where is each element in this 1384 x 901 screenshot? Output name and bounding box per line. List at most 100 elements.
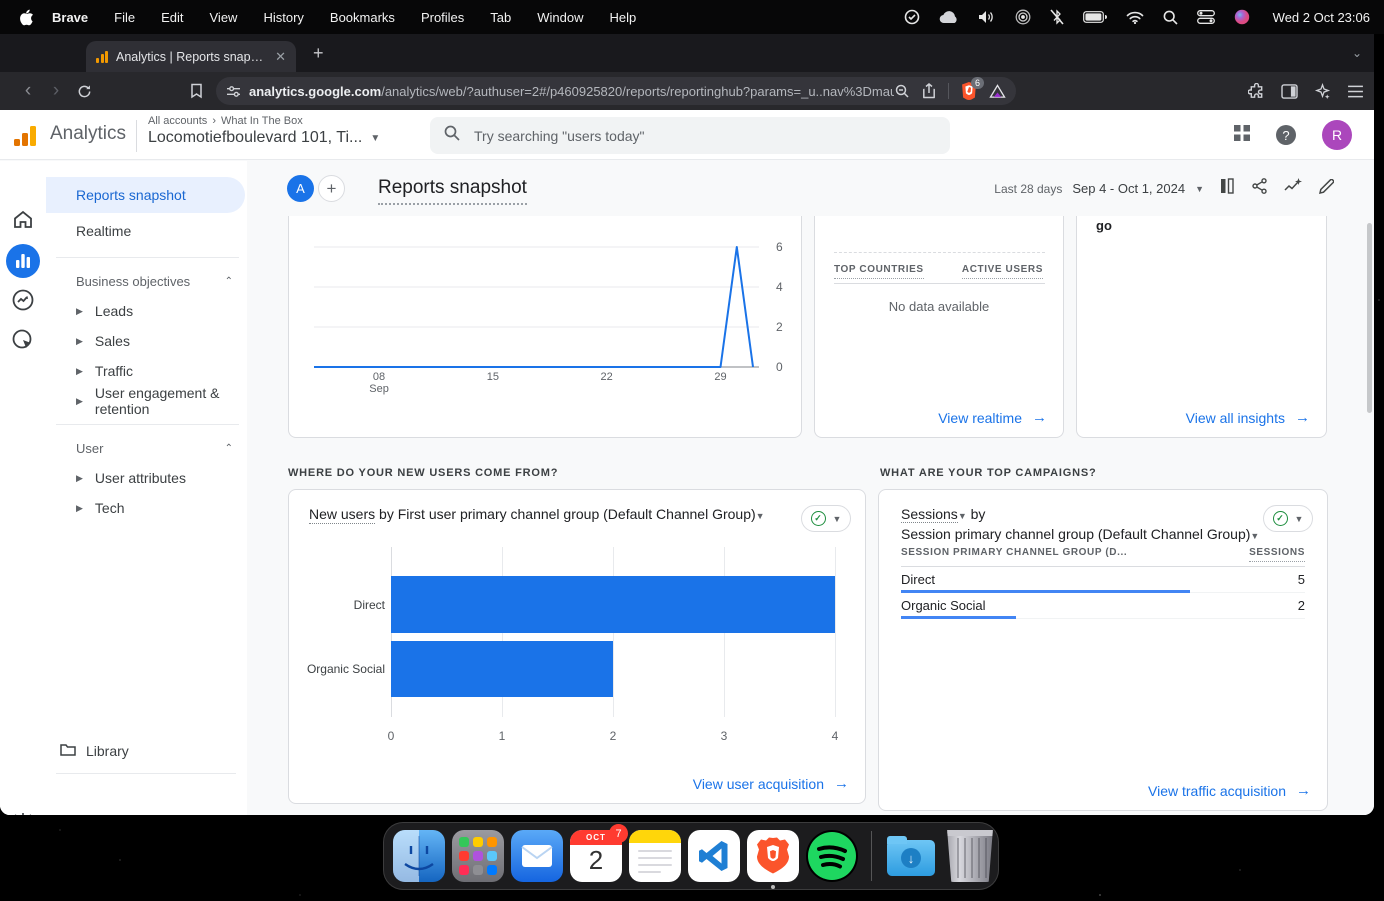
campaigns-chart-title[interactable]: Sessions▼ by Session primary channel gro… <box>901 505 1259 545</box>
menu-item-tab[interactable]: Tab <box>490 10 511 25</box>
expand-arrow-icon: ▶ <box>76 336 83 347</box>
menu-item-help[interactable]: Help <box>610 10 637 25</box>
sessions-value: 2 <box>1298 598 1305 613</box>
sidebar-item-library[interactable]: Library <box>46 734 247 768</box>
new-users-bar-chart[interactable] <box>391 547 835 717</box>
page-title[interactable]: Reports snapshot <box>378 177 527 205</box>
nav-section-user[interactable]: User⌃ <box>46 433 247 463</box>
date-range-picker[interactable]: Last 28 days Sep 4 - Oct 1, 2024 ▼ <box>994 181 1204 196</box>
address-bar[interactable]: analytics.google.com/analytics/web/?auth… <box>216 77 1016 105</box>
table-row[interactable]: Organic Social2 <box>901 593 1305 619</box>
dock-brave-icon[interactable] <box>747 830 799 882</box>
view-user-acquisition-link[interactable]: View user acquisition→ <box>693 775 849 792</box>
sidebar-item-user-attributes[interactable]: ▶User attributes <box>46 463 247 493</box>
control-center-icon[interactable] <box>1197 10 1215 24</box>
wifi-icon[interactable] <box>1126 11 1144 24</box>
bar-direct[interactable] <box>391 576 835 633</box>
dock-vscode-icon[interactable] <box>688 830 740 882</box>
zoom-out-icon[interactable] <box>894 83 910 99</box>
focus-icon[interactable] <box>1015 9 1031 25</box>
view-traffic-acquisition-link[interactable]: View traffic acquisition→ <box>1148 782 1311 799</box>
data-quality-pill[interactable]: ✓ ▼ <box>1263 505 1313 532</box>
arrow-right-icon: → <box>1296 782 1311 799</box>
search-bar[interactable] <box>430 117 950 154</box>
menu-clock[interactable]: Wed 2 Oct 23:06 <box>1273 10 1370 25</box>
view-realtime-link[interactable]: View realtime→ <box>938 409 1047 426</box>
scrollbar-thumb[interactable] <box>1367 223 1372 413</box>
menu-item-edit[interactable]: Edit <box>161 10 183 25</box>
menu-item-file[interactable]: File <box>114 10 135 25</box>
menu-item-brave[interactable]: Brave <box>52 10 88 25</box>
new-users-chart-title[interactable]: New users by First user primary channel … <box>309 506 765 522</box>
dock-downloads-icon[interactable]: ↓ <box>885 830 937 882</box>
menu-item-bookmarks[interactable]: Bookmarks <box>330 10 395 25</box>
sidebar-item-realtime[interactable]: Realtime <box>46 213 247 249</box>
back-button[interactable]: ‹ <box>14 80 42 102</box>
siri-icon[interactable] <box>1234 9 1250 25</box>
new-tab-button[interactable]: + <box>313 44 324 62</box>
search-input[interactable] <box>472 127 936 145</box>
sidebar-item-reports-snapshot[interactable]: Reports snapshot <box>46 177 245 213</box>
sidebar-item-user-engagement-retention[interactable]: ▶User engagement & retention <box>46 386 247 416</box>
table-row[interactable]: Direct5 <box>901 567 1305 593</box>
edit-icon[interactable] <box>1319 179 1334 199</box>
site-controls-icon[interactable] <box>226 85 241 98</box>
menu-item-view[interactable]: View <box>210 10 238 25</box>
google-apps-icon[interactable] <box>1234 125 1250 146</box>
cloud-icon[interactable] <box>939 10 959 24</box>
sidebar-item-sales[interactable]: ▶Sales <box>46 326 247 356</box>
forward-button[interactable]: › <box>42 80 70 102</box>
sidebar-item-tech[interactable]: ▶Tech <box>46 493 247 523</box>
bookmark-icon[interactable] <box>190 83 203 99</box>
brave-rewards-icon[interactable] <box>989 84 1006 99</box>
insights-icon[interactable] <box>1284 178 1302 199</box>
browser-menu-icon[interactable] <box>1347 85 1364 98</box>
dock-finder-icon[interactable] <box>393 830 445 882</box>
brave-shield-icon[interactable]: 6 <box>961 82 977 100</box>
menu-item-window[interactable]: Window <box>537 10 583 25</box>
tab-close-icon[interactable]: ✕ <box>275 49 286 65</box>
menu-item-history[interactable]: History <box>263 10 303 25</box>
data-quality-pill[interactable]: ✓ ▼ <box>801 505 851 532</box>
bluetooth-off-icon[interactable] <box>1050 9 1064 25</box>
view-all-insights-link[interactable]: View all insights→ <box>1186 409 1310 426</box>
dock-notes-icon[interactable] <box>629 830 681 882</box>
nav-section-business-objectives[interactable]: Business objectives⌃ <box>46 266 247 296</box>
spotlight-icon[interactable] <box>1163 10 1178 25</box>
report-actions <box>1219 178 1334 199</box>
dock-calendar-icon[interactable]: OCT27 <box>570 830 622 882</box>
sidebar-item-traffic[interactable]: ▶Traffic <box>46 356 247 386</box>
dock-mail-icon[interactable] <box>511 830 563 882</box>
explore-icon[interactable] <box>11 288 35 317</box>
home-icon[interactable] <box>13 210 33 233</box>
compare-icon[interactable] <box>1219 178 1235 199</box>
battery-icon[interactable] <box>1083 11 1107 23</box>
account-avatar[interactable]: R <box>1322 120 1352 150</box>
report-avatar[interactable]: A <box>287 175 314 202</box>
menu-item-profiles[interactable]: Profiles <box>421 10 464 25</box>
volume-icon[interactable] <box>978 10 996 24</box>
dock-spotify-icon[interactable] <box>806 830 858 882</box>
reports-icon[interactable] <box>6 244 40 283</box>
task-check-icon[interactable] <box>904 9 920 25</box>
property-selector[interactable]: Locomotiefboulevard 101, Ti... ▼ <box>148 129 380 147</box>
help-icon[interactable]: ? <box>1276 125 1296 145</box>
users-line-chart[interactable]: 642008Sep152229 <box>289 216 801 436</box>
share-icon[interactable] <box>1252 178 1267 199</box>
apple-menu-icon[interactable] <box>20 9 34 26</box>
reload-button[interactable] <box>70 84 98 99</box>
add-report-button[interactable]: + <box>318 175 345 202</box>
sidebar-item-leads[interactable]: ▶Leads <box>46 296 247 326</box>
sidebar-toggle-icon[interactable] <box>1281 84 1298 99</box>
breadcrumb[interactable]: All accounts › What In The Box <box>148 115 303 127</box>
admin-gear-icon[interactable] <box>13 813 33 815</box>
tab-analytics[interactable]: Analytics | Reports snapshot ✕ <box>86 41 296 72</box>
tab-search-chevron-icon[interactable]: ⌄ <box>1352 46 1362 60</box>
dock-trash-icon[interactable] <box>944 830 996 882</box>
bar-organic-social[interactable] <box>391 641 613 697</box>
advertising-icon[interactable] <box>11 328 35 357</box>
share-page-icon[interactable] <box>922 83 936 99</box>
extensions-icon[interactable] <box>1248 83 1265 100</box>
dock-launchpad-icon[interactable] <box>452 830 504 882</box>
leo-ai-icon[interactable] <box>1314 83 1331 100</box>
